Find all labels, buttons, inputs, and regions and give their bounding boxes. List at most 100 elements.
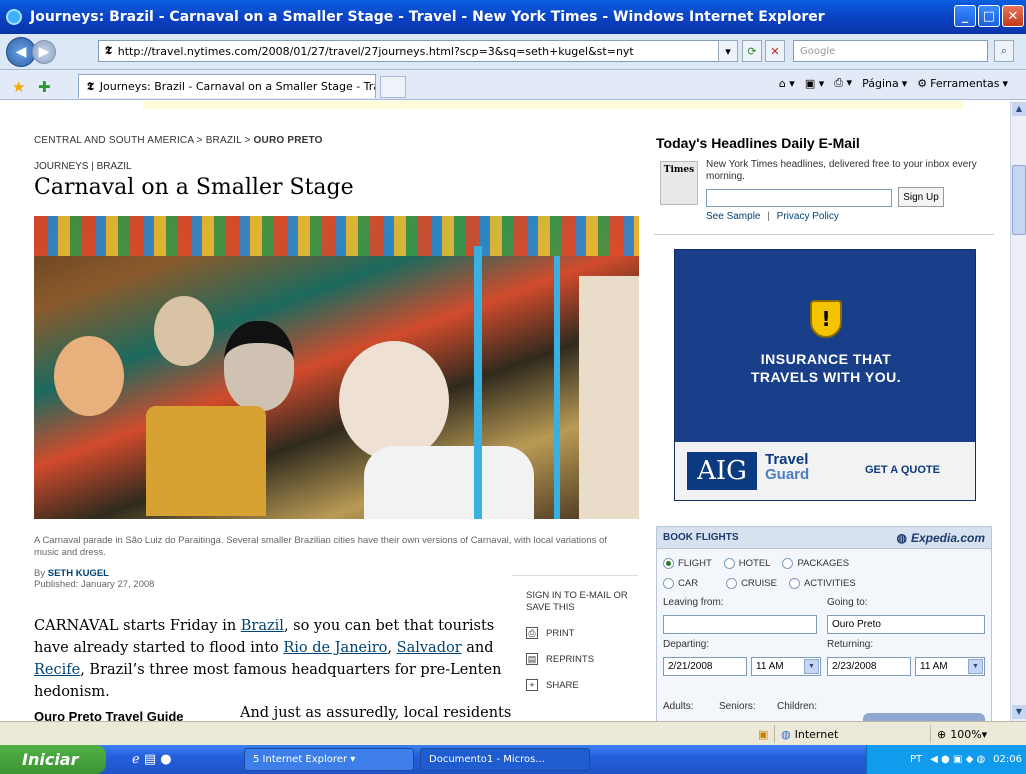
page-menu-label: Página — [862, 76, 899, 90]
article-tools: SIGN IN TO E-MAIL OR SAVE THIS ⎙ PRINT ▤ R… — [512, 575, 638, 698]
leaving-from-input[interactable] — [663, 615, 817, 634]
refresh-icon[interactable]: ⟳ — [742, 40, 762, 62]
ie-logo-icon — [6, 9, 22, 25]
close-button[interactable]: ✕ — [1002, 5, 1024, 27]
depart-time-select[interactable]: 11 AM ▼ — [751, 657, 821, 676]
email-signup-title: Today's Headlines Daily E-Mail — [656, 135, 860, 151]
link-salvador[interactable]: Salvador — [397, 640, 462, 656]
address-dropdown-button[interactable]: ▾ — [718, 40, 738, 62]
globe-icon: ◍ — [896, 530, 907, 545]
sign-up-button[interactable]: Sign Up — [898, 187, 944, 207]
breadcrumb: CENTRAL AND SOUTH AMERICA > BRAZIL > OUR… — [34, 135, 323, 146]
radio-hotel[interactable]: HOTEL — [723, 557, 771, 569]
radio-flight[interactable]: FLIGHT — [663, 557, 712, 569]
travel-guide-heading[interactable]: Ouro Preto Travel Guide — [34, 709, 184, 721]
ad-footer: AIG Travel Guard GET A QUOTE — [675, 442, 975, 500]
radio-label: FLIGHT — [678, 557, 712, 569]
link-rio[interactable]: Rio de Janeiro — [283, 640, 387, 656]
going-to-input[interactable]: Ouro Preto — [827, 615, 985, 634]
clock[interactable]: 02:06 — [993, 754, 1022, 765]
expedia-logo-text: Expedia.com — [910, 530, 985, 545]
start-button[interactable]: Iniciar — [0, 745, 106, 774]
security-lock-icon[interactable]: ▣ — [752, 725, 770, 743]
zoom-level[interactable]: ⊕ 100% ▾ — [930, 725, 1026, 743]
byline: By SETH KUGEL Published: January 27, 200… — [34, 568, 154, 590]
radio-label: ACTIVITIES — [803, 577, 856, 589]
ad-line-1: INSURANCE THAT — [760, 351, 892, 367]
add-favorites-icon[interactable]: ✚ — [38, 78, 51, 96]
return-time-select[interactable]: 11 AM ▼ — [915, 657, 985, 676]
reprints-link[interactable]: ▤ REPRINTS — [512, 646, 638, 672]
taskbar-item-word[interactable]: Documento1 - Micros... — [420, 748, 590, 771]
see-sample-link[interactable]: See Sample — [706, 211, 760, 222]
scroll-thumb[interactable] — [1012, 165, 1026, 235]
return-date-input[interactable]: 2/23/2008 — [827, 657, 911, 676]
article-photo[interactable] — [34, 216, 639, 519]
minimize-button[interactable]: _ — [954, 5, 976, 27]
print-label: PRINT — [546, 627, 575, 639]
radio-activities[interactable]: ACTIVITIES — [788, 577, 856, 589]
sign-in-link[interactable]: SIGN IN TO E-MAIL OR SAVE THIS — [512, 576, 638, 614]
scroll-up-icon[interactable]: ▲ — [1012, 102, 1026, 116]
radio-packages[interactable]: PACKAGES — [782, 557, 849, 569]
author-link[interactable]: SETH KUGEL — [48, 568, 109, 579]
search-icon[interactable]: ⌕ — [994, 40, 1014, 62]
radio-car[interactable]: CAR — [663, 577, 698, 589]
stop-icon[interactable]: ✕ — [765, 40, 785, 62]
address-toolbar: ◀ ▶ 𝕿 http://travel.nytimes.com/2008/01/… — [0, 34, 1026, 70]
start-label: Iniciar — [22, 750, 79, 769]
home-icon[interactable]: ⌂ ▾ — [779, 77, 795, 90]
feeds-icon[interactable]: ▣ ▾ — [805, 77, 824, 90]
shield-warning-icon: ! — [810, 300, 842, 338]
adults-label: Adults: — [663, 701, 694, 712]
share-label: SHARE — [546, 679, 579, 691]
zone-label: Internet — [794, 727, 839, 741]
taskbar-item-ie[interactable]: 5 Internet Explorer ▾ — [244, 748, 414, 771]
sidebar: Today's Headlines Daily E-Mail Times New… — [654, 101, 994, 721]
favorites-star-icon[interactable]: ★ — [12, 78, 25, 96]
media-icon: ● — [160, 752, 172, 767]
page-menu[interactable]: Página ▾ — [862, 77, 907, 90]
forward-button[interactable]: ▶ — [32, 39, 56, 64]
radio-cruise[interactable]: CRUISE — [726, 577, 777, 589]
tray-icons[interactable]: ◀ ● ▣ ◆ ◍ — [930, 754, 985, 765]
new-tab-button[interactable] — [380, 76, 406, 98]
security-zone[interactable]: ◍ Internet — [774, 725, 924, 743]
quick-launch[interactable]: ℯ ▤ ● — [124, 748, 214, 771]
tab-active[interactable]: 𝕿 Journeys: Brazil - Carnaval on a Small… — [78, 74, 376, 98]
aig-advertisement[interactable]: ! INSURANCE THAT TRAVELS WITH YOU. AIG T… — [674, 249, 976, 501]
breadcrumb-link-region[interactable]: CENTRAL AND SOUTH AMERICA — [34, 135, 194, 146]
search-input[interactable]: Google — [793, 40, 988, 62]
taskbar-item-label: 5 Internet Explorer — [253, 754, 348, 765]
depart-date-input[interactable]: 2/21/2008 — [663, 657, 747, 676]
command-bar: ⌂ ▾ ▣ ▾ ⎙ ▾ Página ▾ ⚙ Ferramentas ▾ — [779, 76, 1008, 90]
print-icon[interactable]: ⎙ ▾ — [834, 76, 852, 90]
get-quote-link[interactable]: GET A QUOTE — [865, 464, 940, 476]
going-to-label: Going to: — [827, 597, 868, 608]
vertical-scrollbar[interactable]: ▲ ▼ — [1010, 101, 1026, 721]
breadcrumb-link-country[interactable]: BRAZIL — [206, 135, 242, 146]
chevron-down-icon: ▼ — [968, 659, 983, 674]
privacy-policy-link[interactable]: Privacy Policy — [777, 211, 839, 222]
tools-menu[interactable]: ⚙ Ferramentas ▾ — [917, 77, 1008, 90]
gear-icon: ⚙ — [917, 76, 928, 90]
scroll-down-icon[interactable]: ▼ — [1012, 705, 1026, 719]
newspaper-icon: Times — [660, 161, 698, 205]
maximize-button[interactable]: □ — [978, 5, 1000, 27]
address-field[interactable]: 𝕿 http://travel.nytimes.com/2008/01/27/t… — [98, 40, 738, 62]
search-flights-button[interactable] — [863, 713, 985, 721]
article-column: CENTRAL AND SOUTH AMERICA > BRAZIL > OUR… — [34, 101, 639, 721]
email-field[interactable] — [706, 189, 892, 207]
print-link[interactable]: ⎙ PRINT — [512, 620, 638, 646]
breadcrumb-current[interactable]: OURO PRETO — [254, 135, 323, 146]
link-recife[interactable]: Recife — [34, 662, 80, 678]
language-indicator[interactable]: PT — [910, 754, 922, 765]
zoom-value: 100% — [950, 727, 982, 741]
folder-icon: ▤ — [143, 752, 157, 767]
email-links: See Sample | Privacy Policy — [706, 211, 839, 222]
chevron-down-icon: ▼ — [804, 659, 819, 674]
link-brazil[interactable]: Brazil — [241, 618, 284, 634]
share-link[interactable]: + SHARE — [512, 672, 638, 698]
radio-icon — [726, 577, 738, 589]
radio-label: HOTEL — [738, 557, 771, 569]
